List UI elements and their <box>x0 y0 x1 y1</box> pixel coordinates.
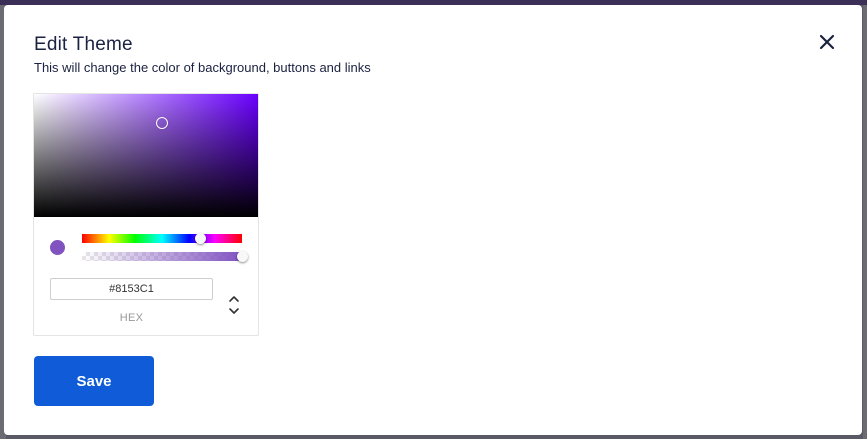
backdrop-right-overlay <box>863 5 867 439</box>
hue-slider[interactable] <box>82 233 242 244</box>
saturation-brightness-area[interactable] <box>34 94 258 217</box>
alpha-slider[interactable] <box>82 251 248 262</box>
alpha-slider-thumb[interactable] <box>237 251 248 262</box>
hex-label: HEX <box>119 312 144 324</box>
hue-slider-thumb[interactable] <box>195 233 207 244</box>
chevron-up-down-icon <box>229 296 239 314</box>
save-button[interactable]: Save <box>34 356 154 406</box>
modal-title: Edit Theme <box>34 34 133 55</box>
selected-color-swatch <box>50 240 65 255</box>
color-picker: HEX <box>33 93 259 336</box>
alpha-gradient <box>82 252 242 261</box>
close-button[interactable] <box>816 31 838 53</box>
modal-subtitle: This will change the color of background… <box>34 60 371 75</box>
close-icon <box>819 34 835 50</box>
edit-theme-modal: Edit Theme This will change the color of… <box>4 5 862 435</box>
color-mode-toggle[interactable] <box>227 294 241 316</box>
hex-input[interactable] <box>50 278 213 300</box>
saturation-cursor[interactable] <box>156 117 168 129</box>
